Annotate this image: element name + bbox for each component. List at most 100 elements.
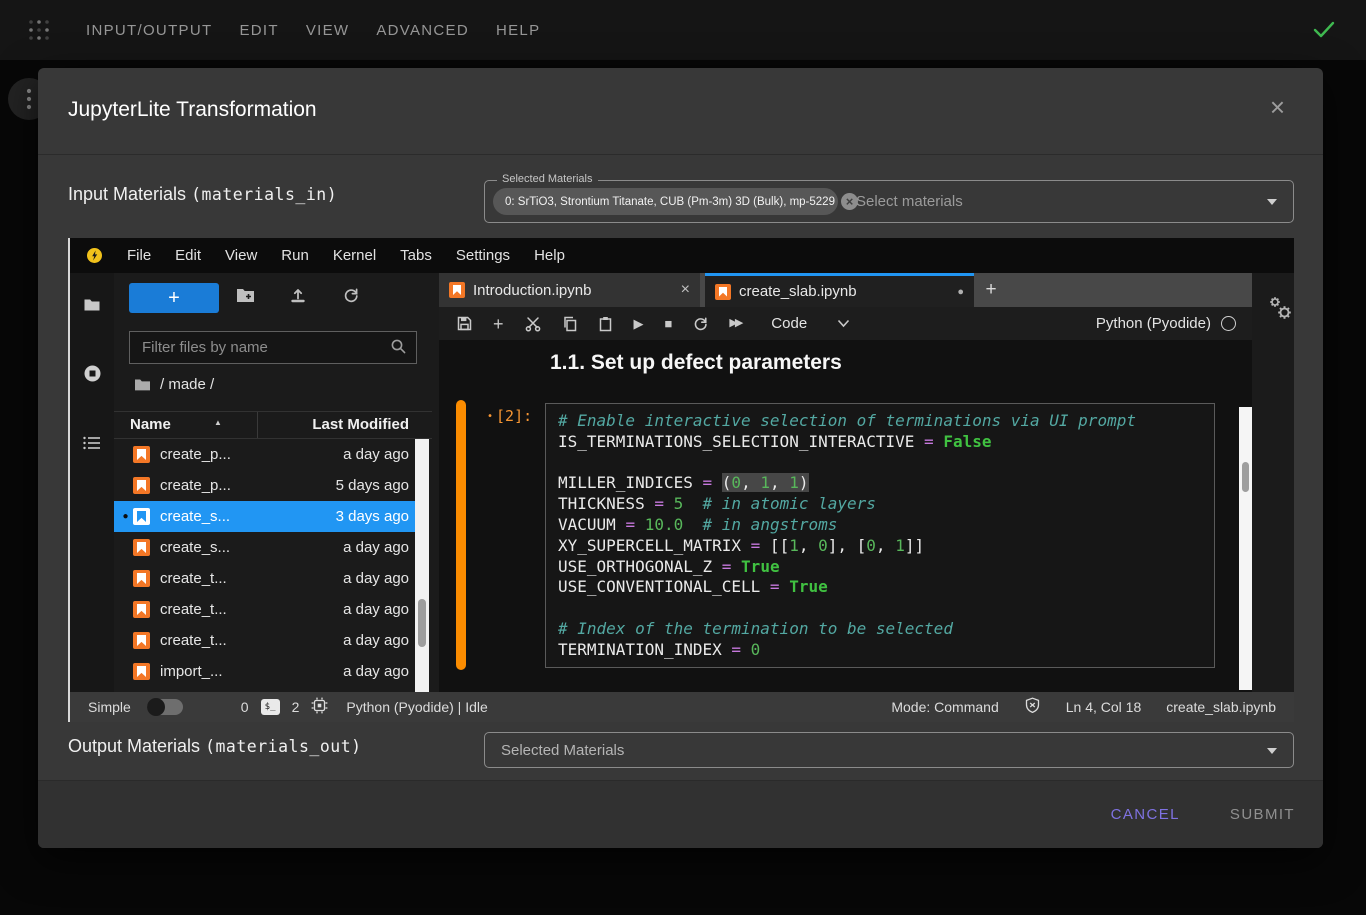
jupyter-menu-settings[interactable]: Settings xyxy=(456,247,510,264)
restart-run-all-icon[interactable]: ▶▶ xyxy=(729,318,740,329)
scrollbar-thumb[interactable] xyxy=(418,599,426,647)
jupyter-menu-edit[interactable]: Edit xyxy=(175,247,201,264)
input-materials-select[interactable]: Selected Materials 0: SrTiO3, Strontium … xyxy=(484,180,1294,223)
file-row[interactable]: ●import_...a day ago xyxy=(114,656,415,687)
filter-files-input[interactable] xyxy=(129,331,417,364)
app-logo-dots-icon[interactable] xyxy=(26,17,52,43)
close-icon[interactable]: × xyxy=(1270,94,1285,120)
menu-edit[interactable]: EDIT xyxy=(239,22,278,39)
settings-gears-icon[interactable] xyxy=(1266,294,1294,327)
menu-advanced[interactable]: ADVANCED xyxy=(376,22,469,39)
check-icon[interactable] xyxy=(1312,20,1336,43)
jupyter-menu-kernel[interactable]: Kernel xyxy=(333,247,376,264)
file-row[interactable]: ●create_t...a day ago xyxy=(114,625,415,656)
code-line xyxy=(558,453,1202,474)
shield-x-icon[interactable] xyxy=(1024,697,1041,717)
search-icon xyxy=(390,338,407,360)
kernel-name[interactable]: Python (Pyodide) xyxy=(1096,315,1211,332)
notebook-file-icon xyxy=(133,508,150,525)
column-divider xyxy=(257,412,258,438)
notebook-content: 1.1. Set up defect parameters • [2]: # E… xyxy=(439,340,1252,692)
jupyter-status-bar: Simple 0 $_ 2 P xyxy=(70,692,1294,722)
cancel-button[interactable]: CANCEL xyxy=(1111,806,1180,823)
unsaved-changes-dot-icon[interactable]: ● xyxy=(957,286,964,298)
file-row[interactable]: ●create_p...5 days ago xyxy=(114,470,415,501)
notebook-scrollbar[interactable] xyxy=(1239,407,1252,690)
new-launcher-button[interactable]: + xyxy=(129,283,219,313)
cut-icon[interactable] xyxy=(525,316,541,332)
menu-view[interactable]: VIEW xyxy=(306,22,350,39)
file-browser-scrollbar[interactable] xyxy=(415,439,429,692)
file-name: create_t... xyxy=(160,601,343,618)
file-browser-tab-icon[interactable] xyxy=(70,285,114,325)
material-chip[interactable]: 0: SrTiO3, Strontium Titanate, CUB (Pm-3… xyxy=(493,188,838,215)
file-modified: a day ago xyxy=(343,663,409,680)
menu-input-output[interactable]: INPUT/OUTPUT xyxy=(86,22,212,39)
tab-label: create_slab.ipynb xyxy=(739,283,857,300)
kernel-status-text[interactable]: Python (Pyodide) | Idle xyxy=(346,699,487,715)
code-line xyxy=(558,598,1202,619)
kernel-chip-icon[interactable] xyxy=(311,697,328,717)
submit-button[interactable]: SUBMIT xyxy=(1230,806,1295,823)
cell-type-value: Code xyxy=(771,315,807,332)
dialog-title: JupyterLite Transformation xyxy=(68,98,317,122)
simple-mode-toggle[interactable] xyxy=(147,699,183,715)
chevron-down-icon[interactable] xyxy=(1267,199,1277,205)
file-row[interactable]: ●create_t...a day ago xyxy=(114,594,415,625)
table-of-contents-icon[interactable] xyxy=(70,423,114,463)
scrollbar-thumb[interactable] xyxy=(1242,462,1249,492)
file-row[interactable]: ●create_s...3 days ago xyxy=(114,501,415,532)
code-line: USE_CONVENTIONAL_CELL = True xyxy=(558,577,1202,598)
insert-cell-icon[interactable]: + xyxy=(493,315,504,333)
copy-icon[interactable] xyxy=(562,316,577,332)
column-name[interactable]: Name xyxy=(130,416,171,433)
column-last-modified[interactable]: Last Modified xyxy=(312,416,409,433)
terminal-icon[interactable]: $_ xyxy=(261,699,280,715)
file-name: create_s... xyxy=(160,508,336,525)
save-icon[interactable] xyxy=(457,316,472,331)
jupyter-menu-file[interactable]: File xyxy=(127,247,151,264)
file-row[interactable]: ●create_t...a day ago xyxy=(114,563,415,594)
tab-close-icon[interactable]: × xyxy=(681,281,690,299)
running-sessions-icon[interactable] xyxy=(70,353,114,393)
jupyter-menu-tabs[interactable]: Tabs xyxy=(400,247,432,264)
new-folder-icon[interactable] xyxy=(236,287,255,308)
upload-icon[interactable] xyxy=(290,287,306,308)
kernel-status-icon[interactable] xyxy=(1221,316,1236,331)
tab-create-slab-ipynb[interactable]: create_slab.ipynb ● xyxy=(705,273,974,307)
run-cell-icon[interactable]: ▶ xyxy=(634,317,644,330)
jupyter-menu-view[interactable]: View xyxy=(225,247,257,264)
file-row[interactable]: ●create_p...a day ago xyxy=(114,439,415,470)
terminals-count[interactable]: 0 xyxy=(241,699,249,715)
jupyterlite-transformation-dialog: JupyterLite Transformation × Input Mater… xyxy=(38,68,1323,848)
menu-help[interactable]: HELP xyxy=(496,22,540,39)
breadcrumb[interactable]: / made / xyxy=(134,376,214,393)
kernels-count[interactable]: 2 xyxy=(292,699,300,715)
output-materials-select[interactable]: Selected Materials xyxy=(484,732,1294,768)
jupyter-menu-help[interactable]: Help xyxy=(534,247,565,264)
restart-kernel-icon[interactable] xyxy=(693,316,708,331)
notebook-file-icon xyxy=(133,477,150,494)
status-right: Mode: Command Ln 4, Col 18 create_slab.i… xyxy=(891,697,1276,717)
new-tab-button[interactable]: + xyxy=(974,273,1008,307)
file-row[interactable]: ●create_s...a day ago xyxy=(114,532,415,563)
jupyter-menu-run[interactable]: Run xyxy=(281,247,309,264)
output-select-label: Selected Materials xyxy=(501,742,624,759)
paste-icon[interactable] xyxy=(598,316,613,332)
status-filename[interactable]: create_slab.ipynb xyxy=(1166,699,1276,715)
stop-kernel-icon[interactable]: ■ xyxy=(665,317,673,330)
file-modified: 3 days ago xyxy=(336,508,409,525)
refresh-icon[interactable] xyxy=(343,287,359,308)
tab-introduction-ipynb[interactable]: Introduction.ipynb × xyxy=(439,273,700,307)
file-modified: 5 days ago xyxy=(336,477,409,494)
mode-indicator[interactable]: Mode: Command xyxy=(891,699,998,715)
document-tab-bar: Introduction.ipynb × create_slab.ipynb ●… xyxy=(439,273,1252,307)
cursor-position[interactable]: Ln 4, Col 18 xyxy=(1066,699,1142,715)
active-cell-bar[interactable] xyxy=(456,400,466,670)
markdown-heading[interactable]: 1.1. Set up defect parameters xyxy=(550,351,842,375)
tab-label: Introduction.ipynb xyxy=(473,282,591,299)
code-editor[interactable]: # Enable interactive selection of termin… xyxy=(545,403,1215,668)
chevron-down-icon[interactable] xyxy=(1267,748,1277,754)
cell-type-dropdown[interactable]: Code xyxy=(771,315,850,332)
screen: INPUT/OUTPUT EDIT VIEW ADVANCED HELP Jup… xyxy=(0,0,1366,915)
